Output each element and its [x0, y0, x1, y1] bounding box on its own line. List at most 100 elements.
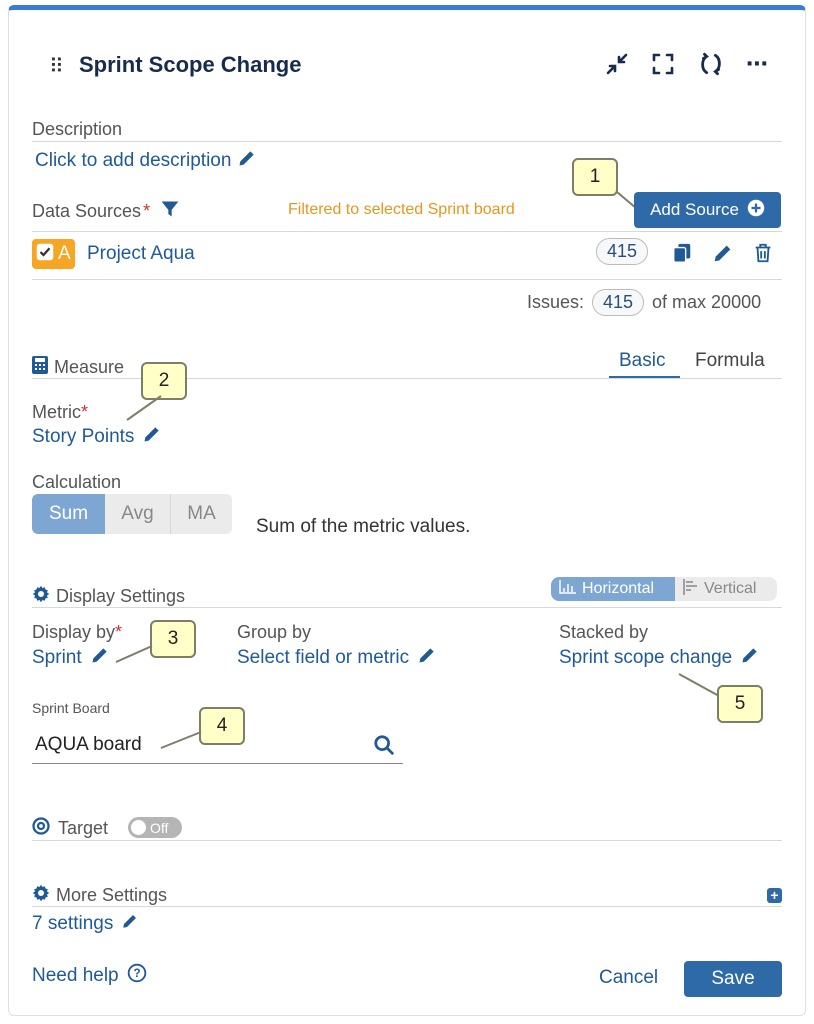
required-mark: *	[143, 201, 151, 221]
stacked-by-value: Sprint scope change	[559, 646, 733, 668]
cancel-button[interactable]: Cancel	[599, 967, 658, 989]
pencil-icon	[121, 912, 139, 935]
target-toggle-label: Off	[150, 819, 169, 836]
calculation-selector: Sum Avg MA	[32, 494, 232, 534]
measure-label: Measure	[54, 357, 125, 377]
required-mark: *	[115, 622, 123, 642]
gear-icon	[32, 884, 50, 907]
sprint-board-label: Sprint Board	[32, 700, 110, 716]
refresh-icon[interactable]	[697, 50, 725, 78]
sprint-board-value: AQUA board	[35, 734, 142, 755]
divider	[32, 906, 782, 907]
callout-3: 3	[150, 620, 196, 658]
metric-label: Metric*	[32, 402, 88, 423]
trash-icon[interactable]	[752, 242, 774, 269]
issues-label: Issues:	[527, 292, 585, 312]
copy-icon[interactable]	[671, 242, 693, 269]
data-sources-text: Data Sources	[32, 201, 142, 221]
plus-circle-icon	[747, 199, 765, 222]
drag-handle-icon[interactable]: ⠿	[49, 54, 64, 79]
more-settings-heading: More Settings	[32, 884, 167, 907]
more-icon[interactable]: ⋯	[743, 50, 771, 78]
orientation-toggle: Horizontal Vertical	[551, 577, 777, 601]
target-heading: Target	[32, 817, 108, 840]
issues-summary: Issues: 415 of max 20000	[527, 289, 761, 316]
callout-2-pointer	[126, 395, 162, 421]
callout-4: 4	[199, 707, 245, 745]
divider	[32, 279, 782, 280]
more-settings-count: 7 settings	[32, 912, 114, 934]
add-description-text: Click to add description	[35, 149, 232, 171]
group-by-value: Select field or metric	[237, 646, 410, 668]
display-by-selector[interactable]: Sprint	[32, 645, 110, 670]
callout-3-pointer	[115, 645, 153, 663]
display-by-value: Sprint	[32, 646, 82, 668]
orientation-horizontal-label: Horizontal	[582, 580, 655, 597]
expand-plus-icon[interactable]: +	[767, 888, 782, 903]
pencil-icon	[90, 645, 110, 670]
add-source-label: Add Source	[650, 200, 739, 219]
pencil-icon	[740, 645, 760, 670]
gear-icon	[32, 585, 50, 608]
calc-option-avg[interactable]: Avg	[105, 494, 171, 534]
source-badge[interactable]: A	[32, 239, 75, 269]
group-by-selector[interactable]: Select field or metric	[237, 645, 437, 670]
target-toggle[interactable]: Off	[128, 817, 182, 838]
metric-label-text: Metric	[32, 402, 81, 422]
toggle-knob	[131, 820, 146, 835]
metric-selector[interactable]: Story Points	[32, 424, 162, 449]
callout-5: 5	[717, 685, 763, 723]
filter-icon[interactable]	[160, 199, 180, 224]
add-description-link[interactable]: Click to add description	[35, 148, 257, 173]
save-button[interactable]: Save	[684, 961, 782, 997]
divider	[32, 607, 782, 608]
display-settings-heading: Display Settings	[32, 585, 185, 608]
add-source-button[interactable]: Add Source	[634, 192, 781, 228]
calc-option-ma[interactable]: MA	[171, 494, 232, 534]
group-by-label: Group by	[237, 622, 312, 642]
orientation-vertical[interactable]: Vertical	[675, 577, 777, 601]
issues-max: of max 20000	[652, 292, 762, 312]
divider	[32, 840, 782, 841]
target-label: Target	[58, 818, 109, 838]
edit-source-icon[interactable]	[712, 242, 734, 269]
panel-title: Sprint Scope Change	[79, 52, 302, 77]
orientation-vertical-label: Vertical	[704, 580, 757, 597]
issues-count: 415	[592, 289, 645, 316]
source-count: 415	[596, 238, 648, 265]
search-icon[interactable]	[373, 734, 395, 761]
tab-formula[interactable]: Formula	[695, 350, 765, 372]
filter-note: Filtered to selected Sprint board	[288, 201, 515, 218]
data-sources-label: Data Sources *	[32, 199, 180, 224]
tab-basic[interactable]: Basic	[619, 350, 665, 372]
pencil-icon	[417, 645, 437, 670]
calculation-description: Sum of the metric values.	[256, 516, 471, 537]
orientation-horizontal[interactable]: Horizontal	[551, 577, 675, 601]
target-icon	[32, 817, 50, 840]
stacked-by-selector[interactable]: Sprint scope change	[559, 645, 760, 670]
divider	[32, 141, 782, 142]
divider	[32, 231, 782, 232]
gadget-config-panel: ⠿ Sprint Scope Change ⋯ Description Clic…	[8, 5, 806, 1016]
checkbox-checked-icon[interactable]	[36, 243, 54, 266]
help-circle-icon: ?	[127, 963, 147, 988]
calc-option-sum[interactable]: Sum	[32, 494, 105, 534]
pencil-icon	[237, 148, 257, 173]
more-settings-label: More Settings	[56, 885, 168, 905]
horizontal-bars-icon	[683, 578, 699, 600]
collapse-icon[interactable]	[603, 50, 631, 78]
fullscreen-icon[interactable]	[649, 50, 677, 78]
metric-value: Story Points	[32, 425, 135, 447]
source-name[interactable]: Project Aqua	[87, 243, 195, 265]
need-help-link[interactable]: Need help ?	[32, 963, 147, 988]
display-by-text: Display by	[32, 622, 116, 642]
need-help-text: Need help	[32, 964, 119, 986]
stacked-by-label: Stacked by	[559, 622, 649, 642]
calculator-icon	[32, 356, 48, 379]
display-settings-label: Display Settings	[56, 586, 186, 606]
more-settings-link[interactable]: 7 settings	[32, 912, 139, 935]
pencil-icon	[142, 424, 162, 449]
svg-text:?: ?	[133, 967, 140, 980]
description-label: Description	[32, 119, 123, 139]
calculation-label: Calculation	[32, 472, 122, 492]
